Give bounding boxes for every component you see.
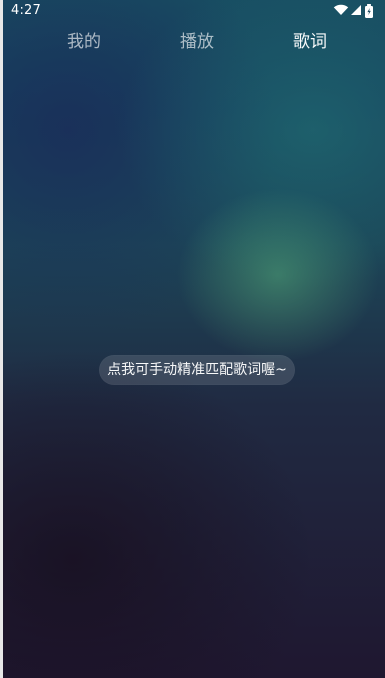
signal-icon: [351, 5, 361, 15]
status-time: 4:27: [11, 3, 41, 18]
wifi-icon: [333, 4, 349, 15]
tab-lyrics[interactable]: 歌词: [279, 24, 341, 60]
lyrics-screen: 4:27 我的 播放 歌词 点我可手动精准匹配歌词喔~: [0, 0, 385, 678]
battery-icon: [365, 4, 373, 18]
tab-play[interactable]: 播放: [166, 24, 228, 60]
tab-mine[interactable]: 我的: [53, 24, 115, 60]
match-lyrics-button[interactable]: 点我可手动精准匹配歌词喔~: [99, 355, 295, 385]
top-tabs: 我的 播放 歌词: [3, 24, 385, 60]
status-bar: 4:27: [3, 0, 385, 22]
status-icons: [333, 4, 375, 18]
